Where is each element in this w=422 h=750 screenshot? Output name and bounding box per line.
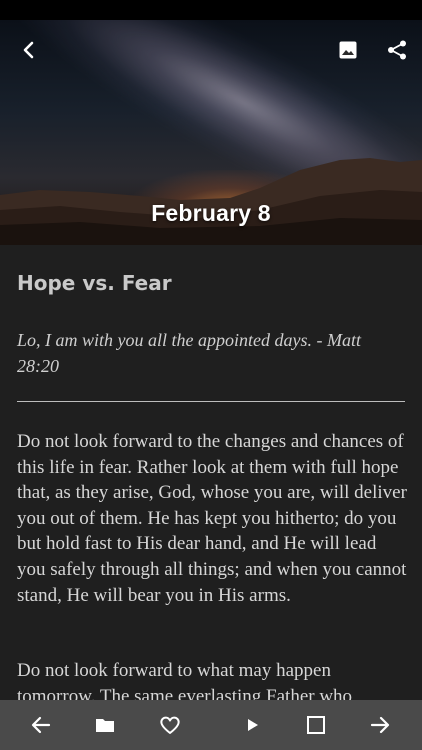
favorite-button[interactable]: [154, 709, 186, 741]
share-button[interactable]: [381, 34, 413, 66]
reading-paragraph: Do not look forward to the changes and c…: [17, 431, 407, 606]
reading-paragraph: Do not look forward to what may happen t…: [17, 660, 353, 700]
reading-content[interactable]: Hope vs. Fear Lo, I am with you all the …: [0, 245, 422, 700]
status-bar: [0, 0, 422, 20]
play-icon: [248, 719, 258, 731]
arrow-forward-icon: [370, 716, 390, 734]
play-button[interactable]: [236, 709, 268, 741]
square-icon: [307, 716, 325, 734]
square-button[interactable]: [300, 709, 332, 741]
arrow-back-icon: [31, 716, 51, 734]
next-button[interactable]: [364, 709, 396, 741]
arrow-left-icon: [23, 41, 34, 59]
heart-icon: [160, 716, 180, 734]
folder-button[interactable]: [89, 709, 121, 741]
folder-icon: [96, 719, 114, 732]
hero-image: February 8: [0, 20, 422, 245]
previous-button[interactable]: [25, 709, 57, 741]
image-icon: [339, 41, 357, 59]
back-button[interactable]: [13, 34, 45, 66]
share-icon: [388, 40, 406, 60]
scripture-verse: Lo, I am with you all the appointed days…: [17, 330, 361, 376]
reading-title: Hope vs. Fear: [17, 271, 172, 295]
bottom-nav-bar: [0, 700, 422, 750]
hero-date: February 8: [151, 200, 271, 226]
divider: [17, 401, 405, 402]
image-button[interactable]: [332, 34, 364, 66]
